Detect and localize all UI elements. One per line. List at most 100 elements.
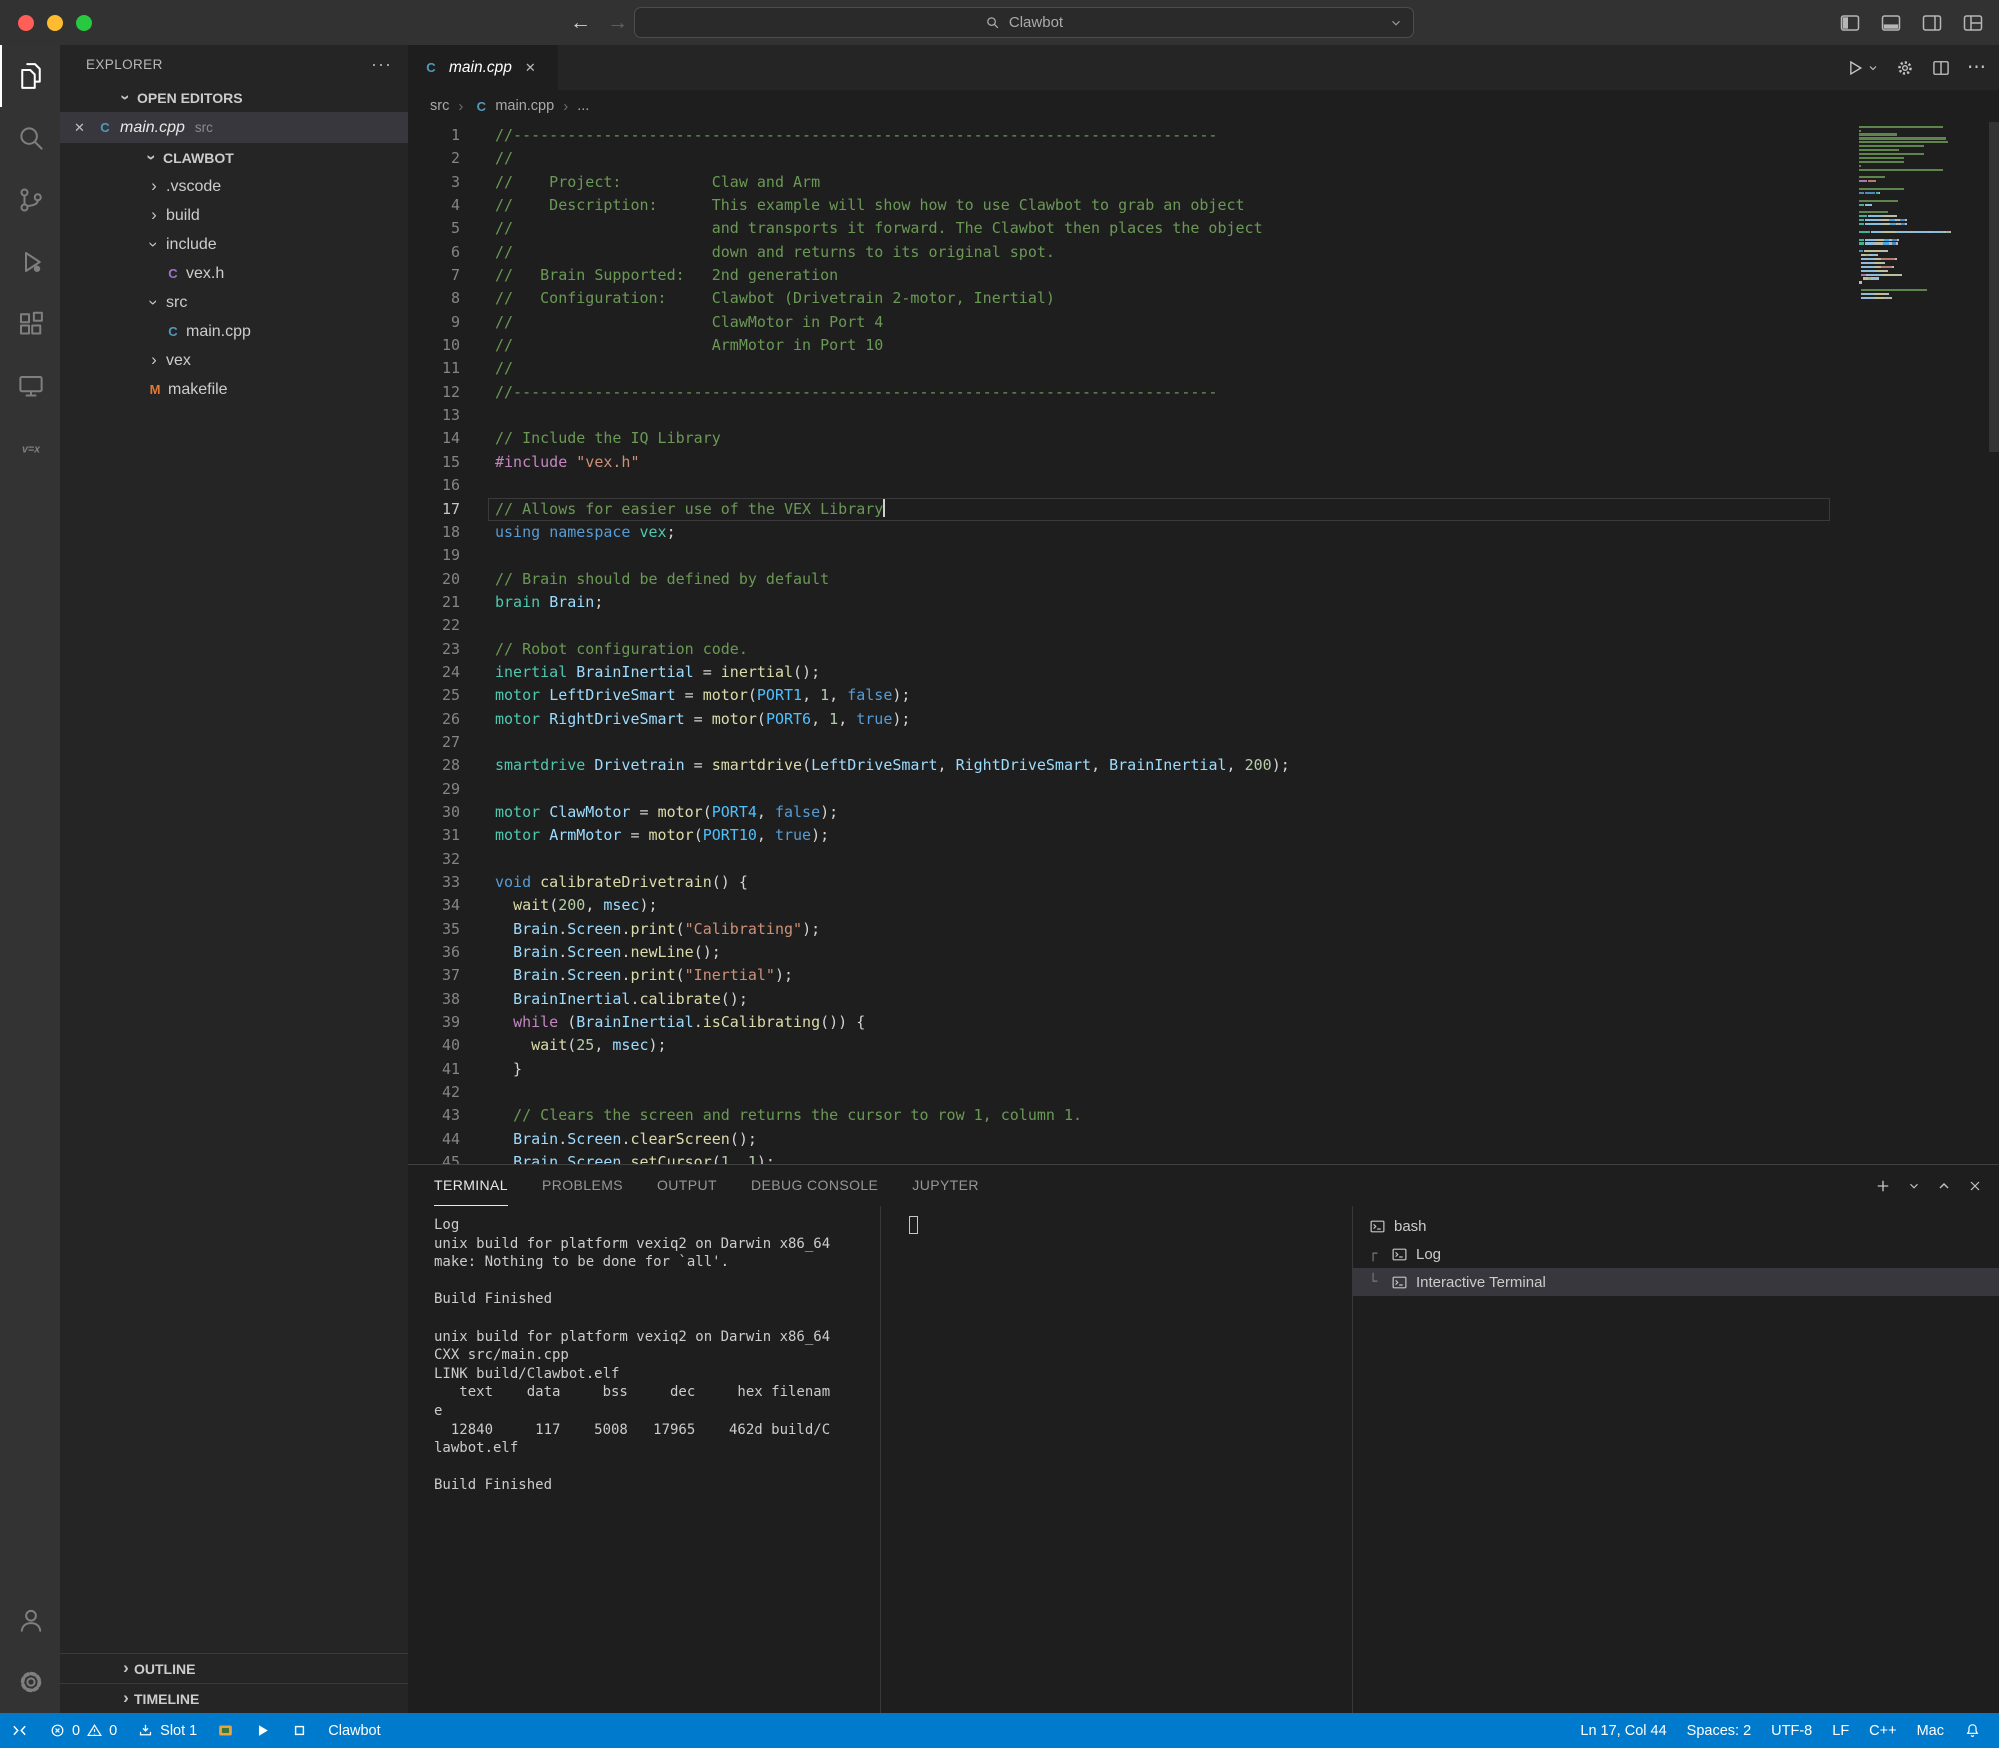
timeline-section-header[interactable]: › TIMELINE: [60, 1683, 408, 1713]
panel-tab-debug-console[interactable]: DEBUG CONSOLE: [751, 1165, 878, 1206]
code-line-38[interactable]: 38 BrainInertial.calibrate();: [408, 988, 1830, 1011]
status-cursor-position[interactable]: Ln 17, Col 44: [1570, 1713, 1676, 1748]
zoom-window-button[interactable]: [76, 14, 92, 31]
code-line-41[interactable]: 41 }: [408, 1058, 1830, 1081]
activity-explorer[interactable]: [0, 45, 60, 107]
play-program-button[interactable]: [244, 1713, 281, 1748]
code-line-13[interactable]: 13: [408, 404, 1830, 427]
breadcrumb-item[interactable]: Cmain.cpp: [472, 98, 555, 114]
code-line-30[interactable]: 30 motor ClawMotor = motor(PORT4, false);: [408, 801, 1830, 824]
code-line-17[interactable]: 17 // Allows for easier use of the VEX Li…: [408, 497, 1830, 522]
close-icon[interactable]: ✕: [74, 120, 96, 136]
maximize-panel-icon[interactable]: [1936, 1178, 1952, 1194]
interactive-terminal-pane[interactable]: [880, 1206, 1352, 1713]
code-line-9[interactable]: 9 // ClawMotor in Port 4: [408, 311, 1830, 334]
open-editors-header[interactable]: › OPEN EDITORS: [60, 83, 408, 112]
code-line-44[interactable]: 44 Brain.Screen.clearScreen();: [408, 1128, 1830, 1151]
code-line-37[interactable]: 37 Brain.Screen.print("Inertial");: [408, 964, 1830, 987]
code-line-15[interactable]: 15 #include "vex.h": [408, 451, 1830, 474]
toggle-sidebar-left-icon[interactable]: [1838, 11, 1862, 35]
customize-layout-icon[interactable]: [1961, 11, 1985, 35]
code-line-20[interactable]: 20 // Brain should be defined by default: [408, 568, 1830, 591]
stop-program-button[interactable]: [281, 1713, 318, 1748]
code-line-21[interactable]: 21 brain Brain;: [408, 591, 1830, 614]
activity-extensions[interactable]: [0, 293, 60, 355]
code-line-31[interactable]: 31 motor ArmMotor = motor(PORT10, true);: [408, 824, 1830, 847]
code-line-11[interactable]: 11 //: [408, 357, 1830, 380]
code-line-28[interactable]: 28 smartdrive Drivetrain = smartdrive(Lef…: [408, 754, 1830, 777]
activity-remote-explorer[interactable]: [0, 355, 60, 417]
code-editor[interactable]: 1 //-------------------------------------…: [408, 122, 1999, 1164]
minimize-window-button[interactable]: [47, 14, 63, 31]
terminal-list-item-bash[interactable]: bash: [1353, 1212, 1999, 1240]
activity-accounts[interactable]: [0, 1589, 60, 1651]
code-line-12[interactable]: 12 //------------------------------------…: [408, 381, 1830, 404]
tree-item-src[interactable]: › src: [60, 288, 408, 317]
slot-selector[interactable]: Slot 1: [127, 1713, 207, 1748]
code-line-27[interactable]: 27: [408, 731, 1830, 754]
status-indentation[interactable]: Spaces: 2: [1677, 1713, 1762, 1748]
tree-item-include[interactable]: › include: [60, 230, 408, 259]
activity-vex[interactable]: v=x: [0, 417, 60, 479]
problems-status[interactable]: 0 0: [39, 1713, 127, 1748]
code-line-3[interactable]: 3 // Project: Claw and Arm: [408, 171, 1830, 194]
code-line-16[interactable]: 16: [408, 474, 1830, 497]
code-line-24[interactable]: 24 inertial BrainInertial = inertial();: [408, 661, 1830, 684]
editor-scrollbar[interactable]: [1989, 122, 1999, 452]
breadcrumb-item[interactable]: src: [430, 98, 449, 114]
minimap[interactable]: [1859, 124, 1985, 300]
terminal-dropdown-chevron-icon[interactable]: [1907, 1179, 1921, 1193]
activity-settings[interactable]: [0, 1651, 60, 1713]
activity-source-control[interactable]: [0, 169, 60, 231]
chevron-down-icon[interactable]: [1389, 16, 1403, 30]
code-line-10[interactable]: 10 // ArmMotor in Port 10: [408, 334, 1830, 357]
code-line-36[interactable]: 36 Brain.Screen.newLine();: [408, 941, 1830, 964]
code-line-5[interactable]: 5 // and transports it forward. The Clawb…: [408, 217, 1830, 240]
terminal-list-item-log[interactable]: ┌ Log: [1353, 1240, 1999, 1268]
run-file-button[interactable]: [1845, 58, 1879, 78]
notifications-bell[interactable]: [1954, 1713, 1991, 1748]
code-line-8[interactable]: 8 // Configuration: Clawbot (Drivetrain 2…: [408, 287, 1830, 310]
terminal-list-item-interactive-terminal[interactable]: └ Interactive Terminal: [1353, 1268, 1999, 1296]
code-line-39[interactable]: 39 while (BrainInertial.isCalibrating())…: [408, 1011, 1830, 1034]
status-language-mode[interactable]: C++: [1859, 1713, 1906, 1748]
code-line-7[interactable]: 7 // Brain Supported: 2nd generation: [408, 264, 1830, 287]
panel-tab-problems[interactable]: PROBLEMS: [542, 1165, 623, 1206]
split-editor-icon[interactable]: [1931, 58, 1951, 78]
project-root-header[interactable]: › CLAWBOT: [60, 143, 408, 172]
activity-search[interactable]: [0, 107, 60, 169]
code-line-19[interactable]: 19: [408, 544, 1830, 567]
code-line-42[interactable]: 42: [408, 1081, 1830, 1104]
close-icon[interactable]: ✕: [525, 60, 536, 76]
tree-item--vscode[interactable]: › .vscode: [60, 172, 408, 201]
code-line-35[interactable]: 35 Brain.Screen.print("Calibrating");: [408, 918, 1830, 941]
open-editor-item[interactable]: ✕ Cmain.cpp src: [60, 112, 408, 143]
code-line-6[interactable]: 6 // down and returns to its original spo…: [408, 241, 1830, 264]
breadcrumb-item[interactable]: ...: [577, 98, 589, 114]
code-line-29[interactable]: 29: [408, 778, 1830, 801]
code-line-45[interactable]: 45 Brain.Screen.setCursor(1, 1);: [408, 1151, 1830, 1164]
code-line-2[interactable]: 2 //: [408, 147, 1830, 170]
close-panel-icon[interactable]: [1967, 1178, 1983, 1194]
tree-item-main-cpp[interactable]: Cmain.cpp: [60, 317, 408, 346]
code-line-4[interactable]: 4 // Description: This example will show …: [408, 194, 1830, 217]
code-line-18[interactable]: 18 using namespace vex;: [408, 521, 1830, 544]
remote-indicator[interactable]: [0, 1713, 39, 1748]
code-line-1[interactable]: 1 //-------------------------------------…: [408, 124, 1830, 147]
tree-item-build[interactable]: › build: [60, 201, 408, 230]
status-encoding[interactable]: UTF-8: [1761, 1713, 1822, 1748]
vex-brain-button[interactable]: [207, 1713, 244, 1748]
code-line-40[interactable]: 40 wait(25, msec);: [408, 1034, 1830, 1057]
code-line-25[interactable]: 25 motor LeftDriveSmart = motor(PORT1, 1,…: [408, 684, 1830, 707]
code-line-34[interactable]: 34 wait(200, msec);: [408, 894, 1830, 917]
tree-item-vex-h[interactable]: Cvex.h: [60, 259, 408, 288]
command-center-search[interactable]: Clawbot: [634, 7, 1414, 38]
more-actions-icon[interactable]: ⋯: [1967, 56, 1987, 79]
code-line-14[interactable]: 14 // Include the IQ Library: [408, 427, 1830, 450]
close-window-button[interactable]: [18, 14, 34, 31]
code-line-23[interactable]: 23 // Robot configuration code.: [408, 638, 1830, 661]
status-platform[interactable]: Mac: [1907, 1713, 1954, 1748]
code-line-43[interactable]: 43 // Clears the screen and returns the …: [408, 1104, 1830, 1127]
gear-icon[interactable]: [1895, 58, 1915, 78]
more-actions-icon[interactable]: ···: [371, 54, 392, 75]
